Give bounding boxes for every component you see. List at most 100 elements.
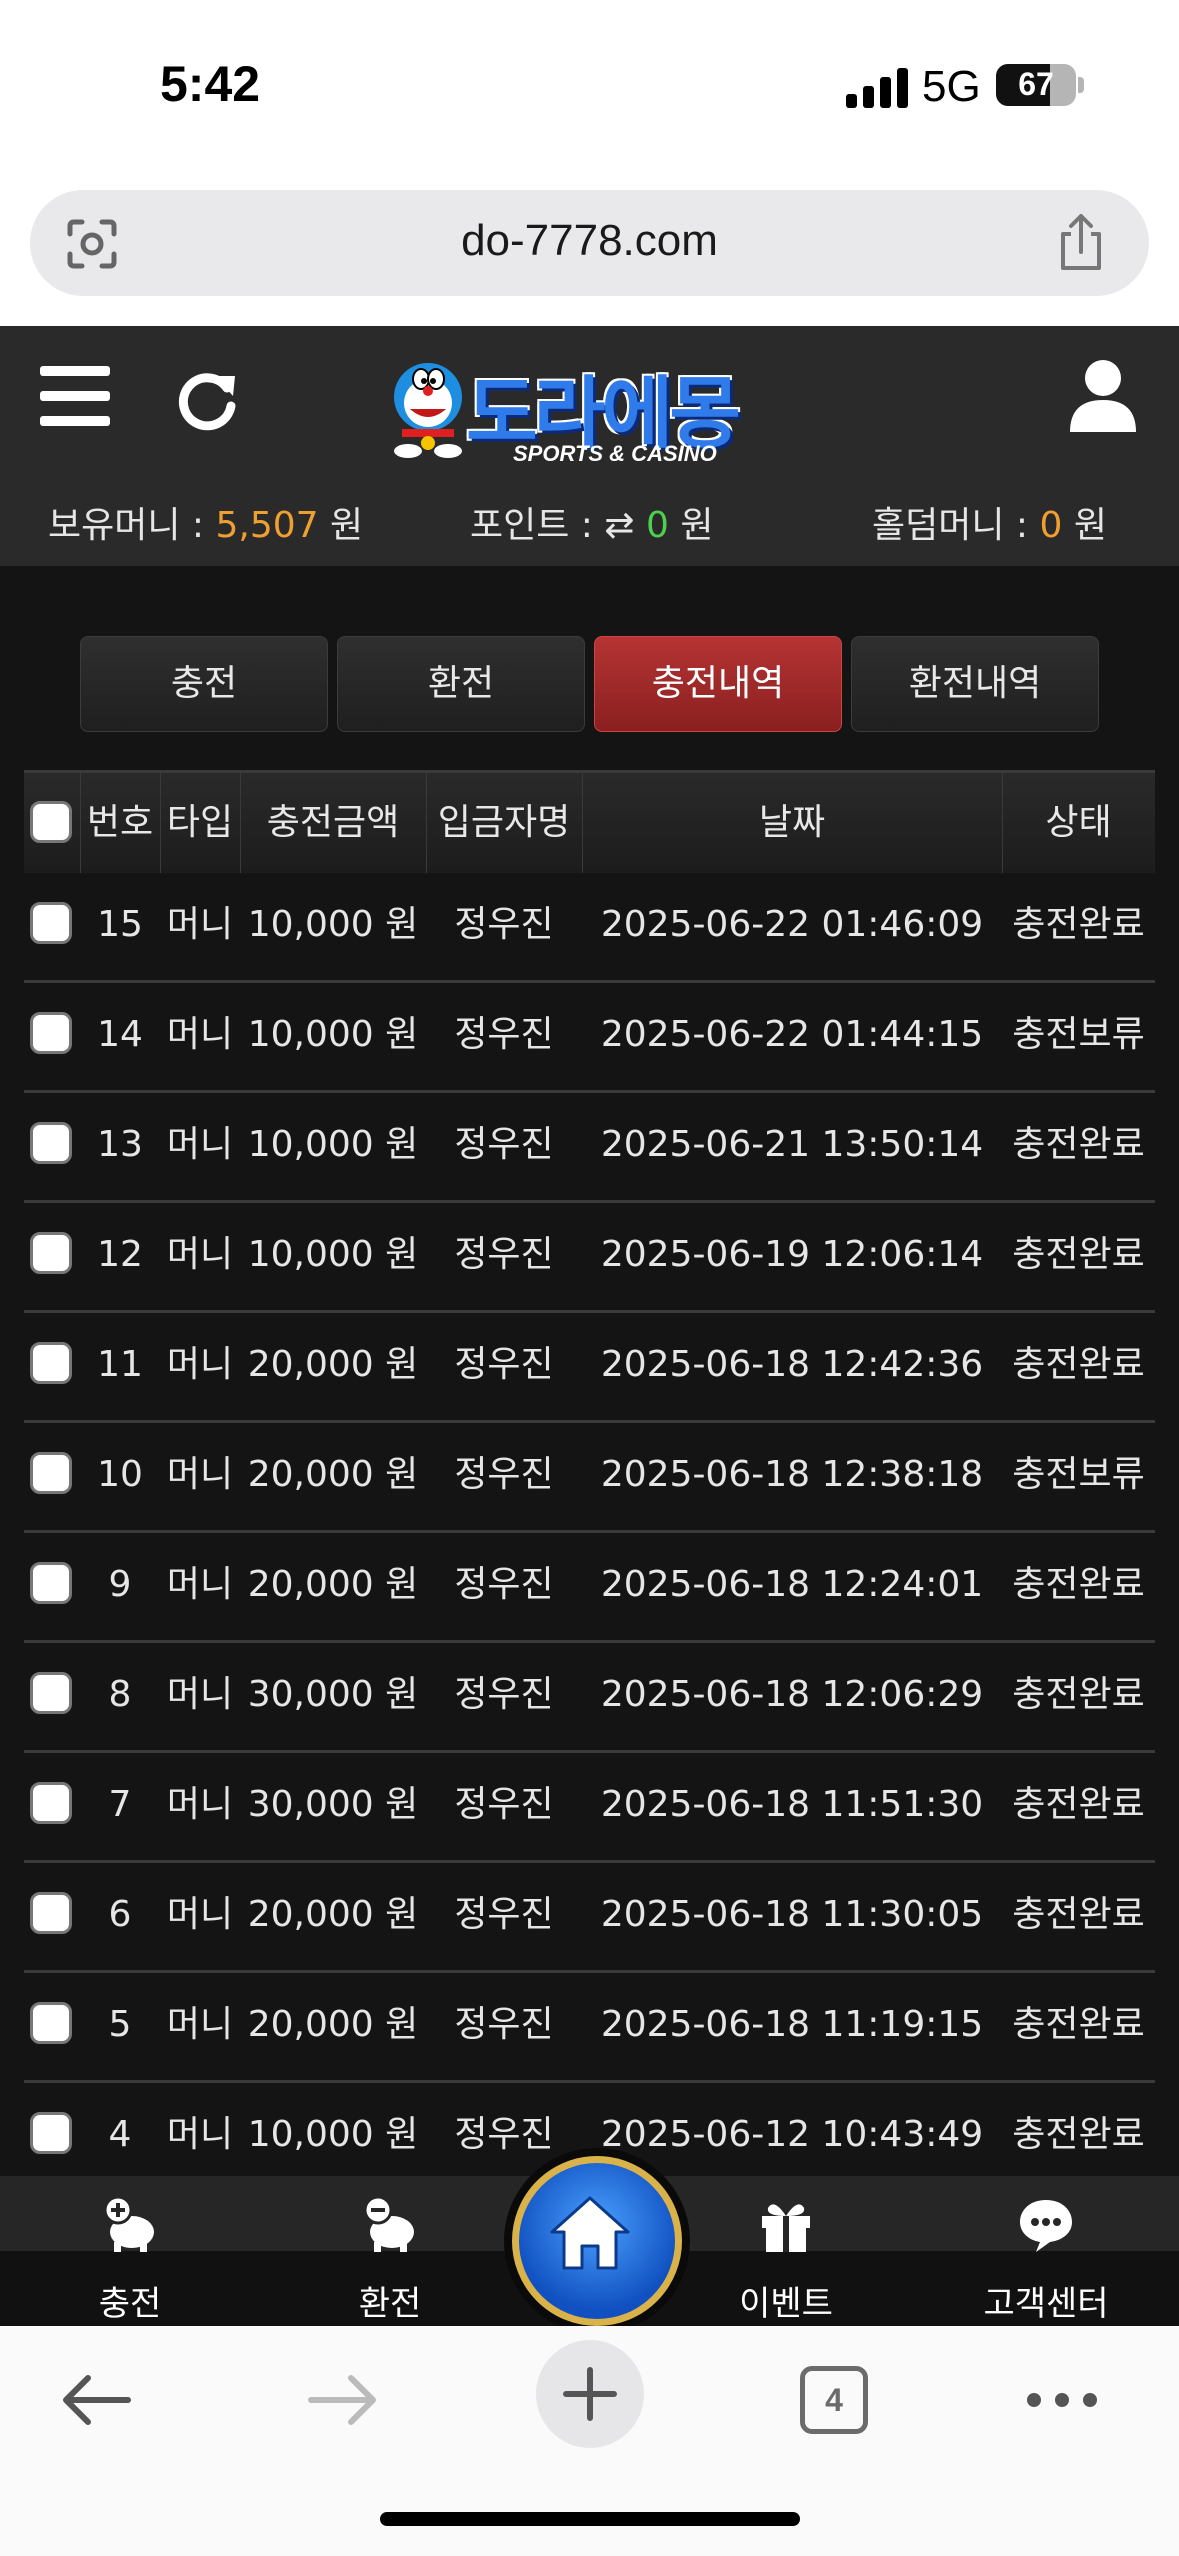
swap-icon[interactable]: ⇄ — [604, 505, 646, 546]
back-arrow-icon[interactable] — [58, 2370, 134, 2430]
cell-type: 머니 — [166, 1344, 234, 1385]
hamburger-menu-icon[interactable] — [40, 366, 110, 426]
point-label: 포인트 : — [470, 505, 605, 546]
cell-type: 머니 — [166, 1234, 234, 1275]
row-checkbox[interactable] — [30, 1012, 72, 1054]
select-all-checkbox[interactable] — [30, 801, 72, 843]
piggy-bank-plus-icon — [103, 2195, 154, 2252]
site-logo[interactable]: 도라에몽 SPORTS & CASINO — [388, 351, 798, 471]
forward-arrow-icon[interactable] — [305, 2370, 381, 2430]
cell-type: 머니 — [166, 1564, 234, 1605]
row-checkbox[interactable] — [30, 1342, 72, 1384]
cell-amount: 10,000 원 — [247, 1234, 419, 1275]
row-checkbox[interactable] — [30, 1452, 72, 1494]
cell-depositor: 정우진 — [454, 1014, 554, 1055]
row-checkbox[interactable] — [30, 1672, 72, 1714]
tab-switcher-button[interactable]: 4 — [800, 2366, 868, 2434]
cell-type: 머니 — [166, 1674, 234, 1715]
more-options-icon[interactable] — [1024, 2390, 1100, 2410]
nav-withdraw[interactable]: 환전 — [290, 2176, 490, 2326]
balance-value: 5,507 — [215, 505, 319, 546]
table-row: 9 머니 20,000 원 정우진 2025-06-18 12:24:01 충전완료 — [24, 1530, 1155, 1643]
new-tab-button[interactable] — [536, 2340, 644, 2448]
cell-depositor: 정우진 — [454, 1674, 554, 1715]
cell-type: 머니 — [166, 904, 234, 945]
row-checkbox[interactable] — [30, 2002, 72, 2044]
row-checkbox[interactable] — [30, 2112, 72, 2154]
nav-home-button[interactable] — [512, 2156, 682, 2326]
cell-type: 머니 — [166, 2114, 234, 2155]
point-balance: 포인트 : ⇄ 0 원 — [470, 496, 713, 548]
nav-support-label: 고객센터 — [983, 2284, 1109, 2324]
address-bar[interactable]: do-7778.com — [30, 190, 1149, 296]
cell-status: 충전완료 — [1012, 1344, 1145, 1385]
network-type: 5G — [922, 62, 981, 111]
cell-date: 2025-06-22 01:44:15 — [600, 1014, 984, 1055]
tab-withdraw-history[interactable]: 환전내역 — [851, 636, 1099, 732]
nav-event[interactable]: 이벤트 — [686, 2176, 886, 2326]
battery-icon: 67 — [996, 64, 1076, 106]
cell-amount: 30,000 원 — [247, 1784, 419, 1825]
holdem-balance: 홀덤머니 : 0 원 — [872, 496, 1107, 548]
cell-type: 머니 — [166, 1124, 234, 1165]
cell-number: 14 — [97, 1014, 143, 1055]
cell-depositor: 정우진 — [454, 1124, 554, 1165]
logo-subtitle: SPORTS & CASINO — [513, 441, 717, 466]
tab-withdraw[interactable]: 환전 — [337, 636, 585, 732]
row-checkbox[interactable] — [30, 1122, 72, 1164]
cell-number: 8 — [108, 1674, 132, 1715]
signal-icon — [846, 68, 908, 108]
cell-type: 머니 — [166, 1454, 234, 1495]
cell-amount: 20,000 원 — [247, 2004, 419, 2045]
select-all-cell — [24, 773, 81, 873]
status-bar: 5:42 5G 67 — [0, 0, 1179, 180]
share-icon[interactable] — [1053, 212, 1109, 272]
table-row: 11 머니 20,000 원 정우진 2025-06-18 12:42:36 충전완료 — [24, 1310, 1155, 1423]
table-row: 10 머니 20,000 원 정우진 2025-06-18 12:38:18 충전보류 — [24, 1420, 1155, 1533]
cell-date: 2025-06-18 11:30:05 — [600, 1894, 984, 1935]
cell-date: 2025-06-22 01:46:09 — [600, 904, 984, 945]
tab-deposit-history[interactable]: 충전내역 — [594, 636, 842, 732]
table-row: 14 머니 10,000 원 정우진 2025-06-22 01:44:15 충전보류 — [24, 980, 1155, 1093]
cell-number: 13 — [97, 1124, 143, 1165]
row-checkbox[interactable] — [30, 1892, 72, 1934]
url-text[interactable]: do-7778.com — [30, 216, 1149, 266]
balance-unit: 원 — [318, 505, 364, 546]
refresh-icon[interactable] — [175, 366, 241, 432]
chat-support-icon — [1020, 2200, 1072, 2252]
nav-deposit[interactable]: 충전 — [30, 2176, 230, 2326]
nav-support[interactable]: 고객센터 — [946, 2176, 1146, 2326]
cell-depositor: 정우진 — [454, 2004, 554, 2045]
doraemon-mascot-icon — [394, 363, 462, 458]
row-checkbox[interactable] — [30, 1562, 72, 1604]
row-checkbox[interactable] — [30, 1782, 72, 1824]
row-checkbox[interactable] — [30, 902, 72, 944]
cell-status: 충전완료 — [1012, 1894, 1145, 1935]
nav-event-label: 이벤트 — [739, 2284, 833, 2324]
cell-depositor: 정우진 — [454, 1564, 554, 1605]
row-checkbox[interactable] — [30, 1232, 72, 1274]
user-account-icon[interactable] — [1068, 356, 1138, 436]
cell-amount: 20,000 원 — [247, 1454, 419, 1495]
cell-date: 2025-06-18 12:24:01 — [600, 1564, 984, 1605]
browser-toolbar: 4 — [0, 2326, 1179, 2556]
site-bottom-nav: 충전 환전 이벤트 고객센터 — [0, 2156, 1179, 2326]
cell-status: 충전보류 — [1012, 1014, 1145, 1055]
cell-status: 충전완료 — [1012, 2004, 1145, 2045]
header-type: 타입 — [160, 773, 241, 873]
cell-date: 2025-06-18 12:42:36 — [600, 1344, 984, 1385]
battery-tip — [1078, 77, 1084, 93]
cell-type: 머니 — [166, 1894, 234, 1935]
cell-date: 2025-06-18 11:19:15 — [600, 2004, 984, 2045]
tab-deposit[interactable]: 충전 — [80, 636, 328, 732]
cell-amount: 20,000 원 — [247, 1344, 419, 1385]
cell-number: 15 — [97, 904, 143, 945]
cell-number: 4 — [108, 2114, 132, 2155]
cell-number: 7 — [108, 1784, 132, 1825]
cell-date: 2025-06-19 12:06:14 — [600, 1234, 984, 1275]
cell-depositor: 정우진 — [454, 1234, 554, 1275]
cell-amount: 20,000 원 — [247, 1564, 419, 1605]
header-depositor: 입금자명 — [426, 773, 583, 873]
nav-withdraw-label: 환전 — [358, 2284, 422, 2324]
table-row: 13 머니 10,000 원 정우진 2025-06-21 13:50:14 충전완료 — [24, 1090, 1155, 1203]
